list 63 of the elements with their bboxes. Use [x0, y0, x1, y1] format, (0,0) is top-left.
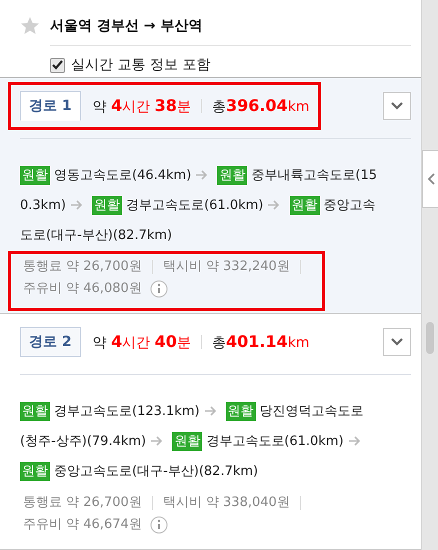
- road-name: 영동고속도로(46.4km): [54, 168, 192, 183]
- road-name: 경부고속도로(61.0km): [206, 434, 344, 449]
- info-icon[interactable]: [150, 516, 168, 534]
- minutes-unit: 분: [176, 98, 191, 116]
- road-name: 중앙고속도로(대구-부산)(82.7km): [54, 464, 258, 479]
- cost-text: 주유비 약 46,080원: [23, 280, 142, 298]
- traffic-status-badge: 원활: [20, 462, 50, 481]
- chevron-icon: [391, 102, 404, 110]
- route-title: 서울역 경부선 → 부산역: [50, 17, 202, 35]
- traffic-status-badge: 원활: [20, 402, 50, 421]
- hours-unit: 시간: [122, 98, 152, 116]
- checkbox-label: 실시간 교통 정보 포함: [71, 56, 210, 74]
- minutes-value: 38: [154, 96, 177, 115]
- arrow-icon: [267, 200, 282, 210]
- road-name: 경부고속도로(123.1km): [54, 404, 200, 419]
- chevron-left-icon: [428, 173, 435, 185]
- cost-text: 택시비 약 332,240원: [162, 258, 290, 276]
- distance-prefix: 총: [212, 98, 226, 116]
- distance-prefix: 총: [212, 334, 226, 352]
- duration-prefix: 약: [92, 98, 108, 116]
- route-tab[interactable]: 경로 2: [20, 327, 81, 357]
- route-panel[interactable]: 경로 1 약 4시간 38분 총396.04km 원활 영동고속도로(46.4km) 원활 중부내륙고속도로(15 0.3km) 원활 경부고속도로(61.0km) 원활 중앙고속 도로(대구-부산)(82.7km) 통행료 약 26,700원 택시비 약 332,240원 주유비 약 46,080원: [0, 78, 422, 314]
- expand-button[interactable]: [383, 328, 412, 356]
- traffic-status-badge: 원활: [20, 166, 50, 185]
- expand-button[interactable]: [383, 92, 412, 120]
- info-icon[interactable]: [150, 280, 168, 298]
- arrow-icon: [195, 170, 210, 180]
- route-tab[interactable]: 경로 1: [20, 91, 81, 121]
- road-name: 0.3km): [20, 198, 66, 213]
- collapse-tab[interactable]: [422, 150, 438, 208]
- arrow-icon: [204, 406, 218, 416]
- star-icon[interactable]: [20, 16, 40, 36]
- chevron-icon: [391, 338, 404, 346]
- road-name: 중앙고속: [324, 198, 376, 213]
- road-name: 도로(대구-부산)(82.7km): [20, 228, 172, 243]
- traffic-status-badge: 원활: [92, 196, 122, 215]
- hours-value: 4: [111, 96, 122, 115]
- cost-text: 주유비 약 46,674원: [23, 516, 142, 534]
- scrollbar-thumb[interactable]: [426, 322, 434, 354]
- cost-text: 택시비 약 338,040원: [162, 494, 290, 512]
- distance-unit: km: [288, 99, 310, 115]
- traffic-status-badge: 원활: [290, 196, 320, 215]
- hours-value: 4: [111, 332, 122, 351]
- arrow-icon: [348, 436, 362, 446]
- distance-unit: km: [288, 335, 310, 351]
- road-name: 중부내륙고속도로(15: [251, 168, 378, 183]
- arrow-icon: [70, 200, 84, 210]
- checkbox[interactable]: [50, 58, 65, 72]
- distance-value: 396.04: [226, 96, 288, 115]
- cost-text: 통행료 약 26,700원: [23, 258, 142, 276]
- road-name: 경부고속도로(61.0km): [126, 198, 264, 213]
- road-name: (청주-상주)(79.4km): [20, 434, 146, 449]
- minutes-unit: 분: [176, 334, 191, 352]
- traffic-status-badge: 원활: [217, 166, 248, 185]
- minutes-value: 40: [154, 332, 177, 351]
- arrow-icon: [150, 436, 164, 446]
- road-name: 당진영덕고속도로: [260, 404, 364, 419]
- duration-prefix: 약: [92, 334, 108, 352]
- traffic-status-badge: 원활: [226, 402, 256, 421]
- cost-text: 통행료 약 26,700원: [23, 494, 142, 512]
- distance-value: 401.14: [226, 332, 288, 351]
- traffic-status-badge: 원활: [172, 432, 202, 451]
- hours-unit: 시간: [122, 334, 152, 352]
